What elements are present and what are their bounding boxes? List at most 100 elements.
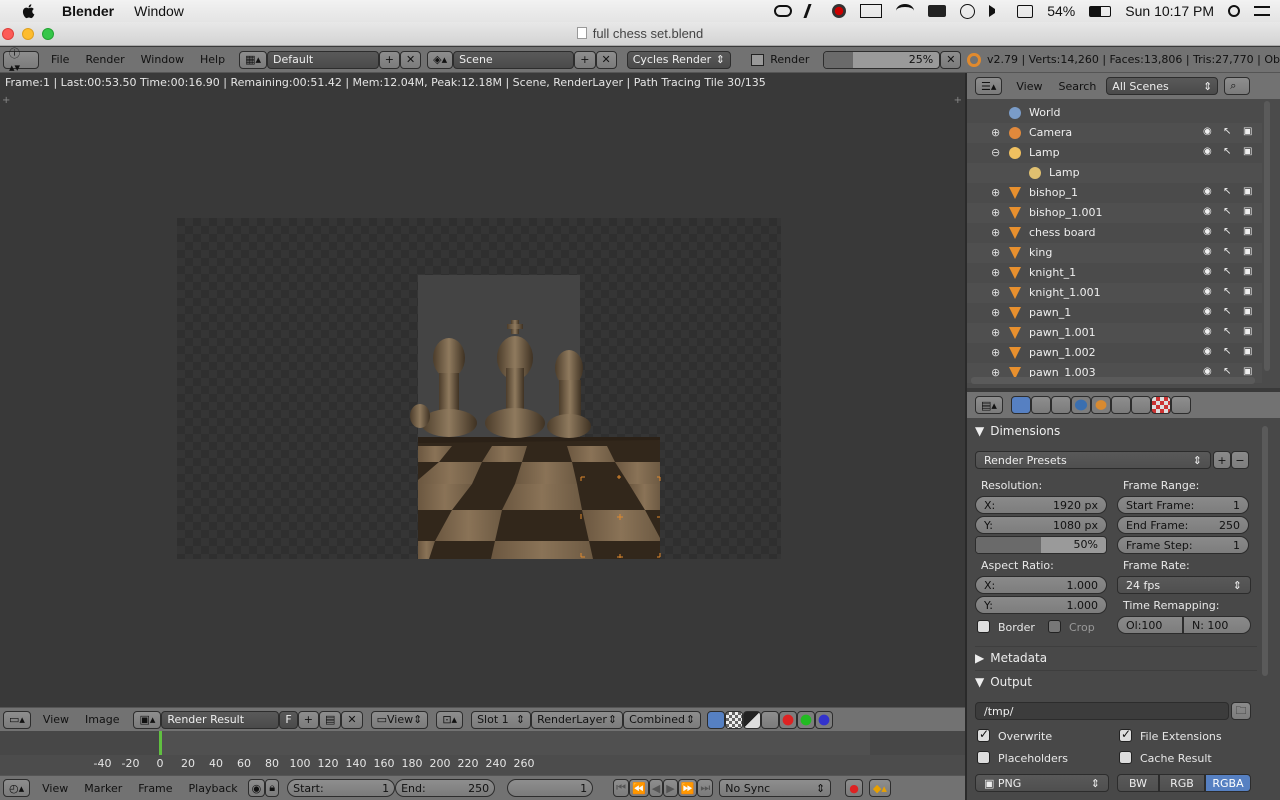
fake-user-button[interactable]: F [279, 710, 298, 729]
close-window-button[interactable] [2, 28, 14, 40]
overwrite-checkbox[interactable] [977, 727, 990, 742]
menu-frame[interactable]: Frame [138, 782, 172, 795]
outliner-row[interactable]: ⊕ king ◉ ↖ ▣ [967, 243, 1262, 263]
outliner-row[interactable]: ⊕ chess board ◉ ↖ ▣ [967, 223, 1262, 243]
browse-image-button[interactable]: ▣▴ [133, 710, 162, 729]
outliner-row[interactable]: ⊖ Lamp ◉ ↖ ▣ [967, 143, 1262, 163]
outliner-row[interactable]: ⊕ pawn_1.002 ◉ ↖ ▣ [967, 343, 1262, 363]
add-layout-button[interactable]: + [378, 50, 400, 69]
scene-field[interactable]: Scene [453, 50, 575, 69]
placeholders-checkbox[interactable] [977, 751, 990, 764]
menu-search[interactable]: Search [1059, 80, 1097, 93]
outliner-item-name[interactable]: pawn_1.002 [1029, 346, 1096, 359]
renderable-camera-icon[interactable]: ▣ [1243, 186, 1252, 197]
visibility-eye-icon[interactable]: ◉ [1203, 346, 1212, 357]
visibility-eye-icon[interactable]: ◉ [1203, 246, 1212, 257]
outliner-item-name[interactable]: chess board [1029, 226, 1096, 239]
renderable-camera-icon[interactable]: ▣ [1243, 266, 1252, 277]
renderable-camera-icon[interactable]: ▣ [1243, 366, 1252, 377]
remove-preset-button[interactable]: − [1231, 451, 1249, 469]
lock-icon[interactable]: 🔒︎ [265, 779, 280, 797]
renderable-camera-icon[interactable]: ▣ [1243, 146, 1252, 157]
file-extensions-checkbox[interactable] [1119, 727, 1132, 742]
image-name-field[interactable]: Render Result [161, 710, 280, 729]
outliner-row[interactable]: Lamp [967, 163, 1262, 183]
scene-icon[interactable]: ◈▴ [427, 50, 454, 69]
outliner-row[interactable]: ⊕ pawn_1.001 ◉ ↖ ▣ [967, 323, 1262, 343]
outliner-item-name[interactable]: World [1029, 106, 1061, 119]
sync-select[interactable]: No Sync ⇕ [719, 779, 832, 797]
renderable-camera-icon[interactable]: ▣ [1243, 346, 1252, 357]
visibility-eye-icon[interactable]: ◉ [1203, 306, 1212, 317]
visibility-eye-icon[interactable]: ◉ [1203, 206, 1212, 217]
add-scene-button[interactable]: + [574, 50, 596, 69]
battery-icon[interactable] [1089, 5, 1112, 17]
blue-channel-icon[interactable] [815, 710, 834, 729]
resolution-percentage-slider[interactable]: 50% [975, 536, 1107, 554]
pivot-icon[interactable]: ⊡▴ [436, 710, 464, 729]
menu-view[interactable]: View [42, 782, 68, 795]
tab-render-layers-icon[interactable] [1030, 396, 1051, 414]
selectable-cursor-icon[interactable]: ↖ [1223, 186, 1231, 197]
menu-file[interactable]: File [51, 53, 69, 66]
folder-icon[interactable]: 🗀︎ [1231, 702, 1251, 720]
properties-scrollbar[interactable] [1262, 426, 1268, 676]
display-channels-icon[interactable] [761, 710, 780, 729]
selectable-cursor-icon[interactable]: ↖ [1223, 146, 1231, 157]
green-channel-icon[interactable] [797, 710, 816, 729]
time-remap-new-field[interactable]: N: 100 [1183, 616, 1251, 634]
tab-constraints-icon[interactable] [1110, 396, 1131, 414]
color-rgba-button[interactable]: RGBA [1205, 774, 1251, 792]
expand-icon[interactable]: ⊕ [991, 266, 1000, 279]
play-button[interactable]: ▶ [663, 779, 678, 797]
expand-icon[interactable]: ⊕ [991, 126, 1000, 139]
resolution-x-field[interactable]: X: 1920 px [975, 496, 1107, 514]
render-presets-select[interactable]: Render Presets ⇕ [975, 451, 1211, 469]
metadata-section-header[interactable]: ▶ Metadata [975, 646, 1257, 668]
jump-end-button[interactable]: ⏭ [697, 779, 714, 797]
add-preset-button[interactable]: + [1213, 451, 1231, 469]
remove-scene-button[interactable]: ✕ [595, 50, 617, 69]
prev-keyframe-button[interactable]: ⏪ [629, 779, 649, 797]
frame-step-field[interactable]: Frame Step: 1 [1117, 536, 1249, 554]
end-frame-field[interactable]: End Frame: 250 [1117, 516, 1249, 534]
screen-layout-icon[interactable]: ▦▴ [239, 50, 267, 69]
visibility-eye-icon[interactable]: ◉ [1203, 366, 1212, 377]
outliner-row[interactable]: ⊕ bishop_1.001 ◉ ↖ ▣ [967, 203, 1262, 223]
visibility-eye-icon[interactable]: ◉ [1203, 286, 1212, 297]
visibility-eye-icon[interactable]: ◉ [1203, 326, 1212, 337]
editor-type-timeline-button[interactable]: ◴▴ [3, 779, 31, 797]
display-alpha-checker-icon[interactable] [725, 710, 744, 729]
display-rgb-alpha-icon[interactable] [707, 710, 726, 729]
open-image-button[interactable]: ▤ [318, 710, 342, 729]
expand-icon[interactable]: ⊕ [991, 306, 1000, 319]
editor-type-image-button[interactable]: ▭▴ [3, 710, 31, 729]
expand-icon[interactable]: ⊕ [991, 226, 1000, 239]
window-menu[interactable]: Window [134, 3, 184, 19]
menu-render[interactable]: Render [85, 53, 124, 66]
outliner-item-name[interactable]: bishop_1 [1029, 186, 1078, 199]
outliner-vertical-scrollbar[interactable] [1264, 101, 1270, 371]
expand-icon[interactable]: ⊕ [991, 326, 1000, 339]
renderable-camera-icon[interactable]: ▣ [1243, 286, 1252, 297]
cache-result-checkbox[interactable] [1119, 751, 1132, 764]
renderable-camera-icon[interactable]: ▣ [1243, 126, 1252, 137]
outliner-row[interactable]: ⊕ Camera ◉ ↖ ▣ [967, 123, 1262, 143]
renderable-camera-icon[interactable]: ▣ [1243, 306, 1252, 317]
start-frame-field[interactable]: Start Frame: 1 [1117, 496, 1249, 514]
cancel-render-button[interactable]: ✕ [940, 50, 962, 69]
minimize-window-button[interactable] [22, 28, 34, 40]
selectable-cursor-icon[interactable]: ↖ [1223, 306, 1231, 317]
render-engine-select[interactable]: Cycles Render ⇕ [626, 50, 731, 69]
menu-view[interactable]: View [43, 713, 69, 726]
renderable-camera-icon[interactable]: ▣ [1243, 326, 1252, 337]
outliner-row[interactable]: ⊕ pawn_1 ◉ ↖ ▣ [967, 303, 1262, 323]
output-section-header[interactable]: ▼ Output [975, 670, 1257, 692]
renderable-camera-icon[interactable]: ▣ [1243, 246, 1252, 257]
menu-marker[interactable]: Marker [84, 782, 122, 795]
expand-icon[interactable]: ⊕ [991, 286, 1000, 299]
outliner-item-name[interactable]: bishop_1.001 [1029, 206, 1102, 219]
time-remap-old-field[interactable]: Ol:100 [1117, 616, 1183, 634]
search-icon[interactable]: ⌕ [1224, 77, 1251, 95]
selectable-cursor-icon[interactable]: ↖ [1223, 326, 1231, 337]
